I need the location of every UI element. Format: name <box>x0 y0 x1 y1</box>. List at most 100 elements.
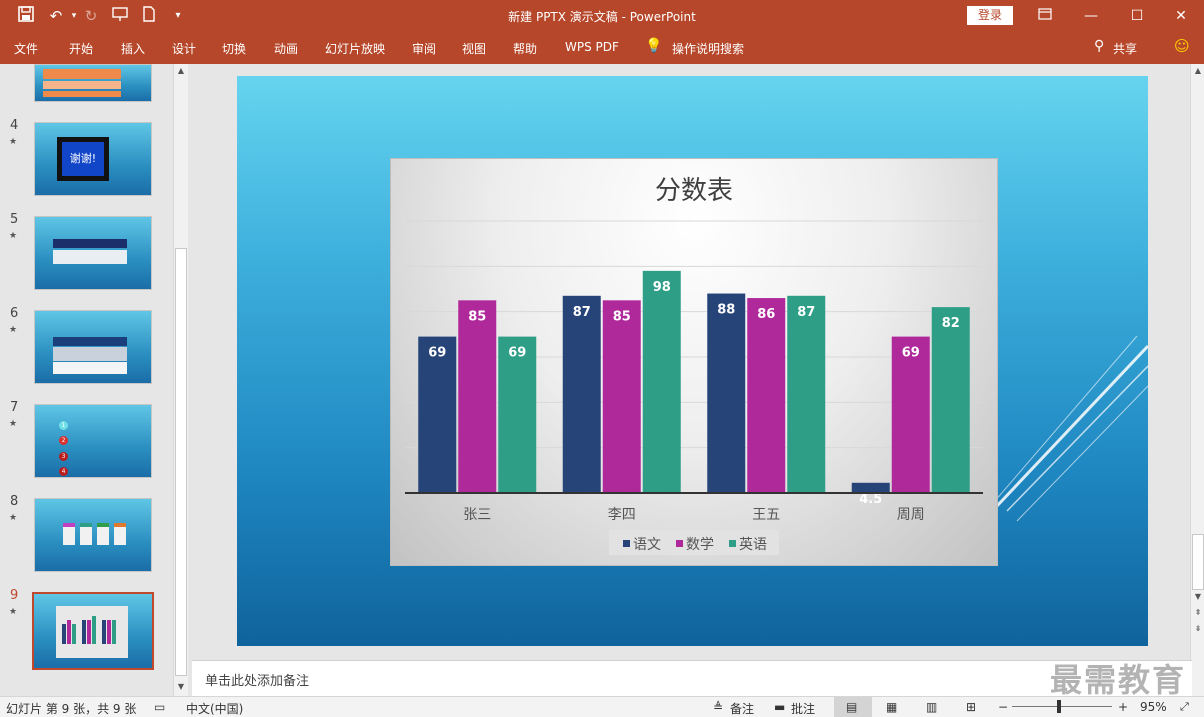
animation-star-icon: ★ <box>9 137 18 147</box>
animation-star-icon: ★ <box>9 513 18 523</box>
x-tick-label: 张三 <box>463 507 491 523</box>
slide-thumbnail-7[interactable]: 1 2 3 4 <box>34 404 152 478</box>
legend-swatch <box>623 540 630 547</box>
comments-icon[interactable]: ▬ <box>774 700 785 714</box>
data-label: 88 <box>717 303 735 318</box>
chart-bar <box>642 270 681 493</box>
data-label: 85 <box>468 309 486 324</box>
tab-wps-pdf[interactable]: WPS PDF <box>565 40 619 54</box>
thumb-list-item: 2 <box>59 436 68 445</box>
slide-thumbnail-3[interactable] <box>34 64 152 102</box>
share-button[interactable]: 共享 <box>1113 40 1137 57</box>
previous-slide-icon[interactable]: ⇞ <box>1191 608 1204 620</box>
slide-count-status: 幻灯片 第 9 张，共 9 张 <box>6 702 137 716</box>
zoom-level[interactable]: 95% <box>1140 700 1167 714</box>
thumbnail-scroll-thumb[interactable] <box>175 248 187 676</box>
customize-qat-icon[interactable]: ▾ <box>168 6 188 26</box>
undo-icon[interactable]: ↶ <box>46 6 66 26</box>
spellcheck-icon[interactable]: ▭ <box>154 700 165 714</box>
chart-bar <box>707 293 746 493</box>
scroll-down-icon[interactable]: ▼ <box>1191 592 1204 604</box>
legend-entry: 英语 <box>739 536 767 553</box>
x-tick-label: 周周 <box>897 507 925 523</box>
language-status[interactable]: 中文(中国) <box>186 700 243 717</box>
status-bar: 幻灯片 第 9 张，共 9 张 ▭ 中文(中国) ≜ 备注 ▬ 批注 ▤ ▦ ▥… <box>0 696 1204 717</box>
close-icon[interactable]: ✕ <box>1158 0 1204 32</box>
tab-view[interactable]: 视图 <box>462 40 486 57</box>
slide-sorter-icon[interactable]: ▦ <box>886 700 897 714</box>
slide-thumbnail-9-selected[interactable] <box>32 592 154 670</box>
save-icon[interactable] <box>16 6 36 26</box>
login-button[interactable]: 登录 <box>967 6 1013 25</box>
data-label: 82 <box>942 316 960 331</box>
tab-insert[interactable]: 插入 <box>121 40 145 57</box>
legend-entry: 数学 <box>686 537 714 553</box>
slide-scroll-thumb[interactable] <box>1192 534 1204 590</box>
notes-pane[interactable]: 单击此处添加备注 <box>192 660 1192 697</box>
slide-thumbnail-6[interactable] <box>34 310 152 384</box>
slideshow-icon[interactable]: ⊞ <box>966 700 976 714</box>
chart-bar <box>562 295 601 493</box>
chart-bar <box>931 307 970 493</box>
notes-placeholder: 单击此处添加备注 <box>205 674 310 689</box>
new-file-icon[interactable] <box>139 6 159 26</box>
zoom-in-icon[interactable]: + <box>1118 700 1128 714</box>
ribbon-tabs: 文件 开始 插入 设计 切换 动画 幻灯片放映 审阅 视图 帮助 WPS PDF… <box>0 32 1204 64</box>
tab-file[interactable]: 文件 <box>14 40 38 57</box>
minimize-icon[interactable]: — <box>1068 0 1114 32</box>
tab-slideshow[interactable]: 幻灯片放映 <box>325 40 385 57</box>
thumb-list-item: 1 <box>59 421 68 430</box>
tell-me-search[interactable]: 操作说明搜索 <box>672 40 744 57</box>
tab-help[interactable]: 帮助 <box>513 40 537 57</box>
share-person-icon[interactable]: ⚲ <box>1094 38 1104 54</box>
ribbon-display-options-icon[interactable] <box>1022 0 1068 32</box>
comments-toggle[interactable]: 批注 <box>791 700 815 717</box>
slide-thumbnail-8[interactable] <box>34 498 152 572</box>
slide-number-4: 4 <box>10 118 19 133</box>
scroll-up-icon[interactable]: ▲ <box>1191 66 1204 78</box>
decorative-lines <box>977 335 1148 543</box>
tab-animations[interactable]: 动画 <box>274 40 298 57</box>
chart-bar <box>747 298 786 493</box>
scroll-up-icon[interactable]: ▲ <box>174 66 188 78</box>
slide-scrollbar[interactable]: ▲ ▼ ⇞ ⇟ <box>1190 64 1204 696</box>
reading-view-icon[interactable]: ▥ <box>926 700 937 714</box>
chart-title: 分数表 <box>655 176 733 206</box>
data-label: 69 <box>902 346 920 361</box>
slide-number-8: 8 <box>10 494 19 509</box>
slide-thumbnail-pane: 4 ★ 谢谢! 5 ★ 6 ★ 7 ★ 1 2 3 4 8 ★ 9 ★ ▲ ▼ <box>0 64 192 696</box>
maximize-icon[interactable]: ☐ <box>1114 0 1160 32</box>
slide-thumbnail-5[interactable] <box>34 216 152 290</box>
animation-star-icon: ★ <box>9 607 18 617</box>
scroll-down-icon[interactable]: ▼ <box>174 682 188 694</box>
data-label: 86 <box>757 307 775 322</box>
slide-number-5: 5 <box>10 212 19 227</box>
slide-number-6: 6 <box>10 306 19 321</box>
fit-to-window-icon[interactable]: ⤢ <box>1180 700 1189 714</box>
next-slide-icon[interactable]: ⇟ <box>1191 624 1204 636</box>
present-from-start-icon[interactable] <box>110 6 130 26</box>
notes-toggle[interactable]: 备注 <box>730 700 754 717</box>
score-chart[interactable]: 分数表 69 85 69 张三 87 85 98 李四 88 86 87 王五 4.5 69 82 周周 语文 数… <box>390 158 998 566</box>
tab-home[interactable]: 开始 <box>69 40 93 57</box>
data-label: 69 <box>428 346 446 361</box>
redo-icon[interactable]: ↻ <box>81 6 101 26</box>
title-bar: ↶ ▾ ↻ ▾ 新建 PPTX 演示文稿 - PowerPoint 登录 — ☐… <box>0 0 1204 32</box>
feedback-smiley-icon[interactable]: ☺ <box>1174 37 1190 55</box>
zoom-slider-track[interactable] <box>1012 706 1112 707</box>
normal-view-icon: ▤ <box>846 700 858 714</box>
slide-thumbnail-4[interactable]: 谢谢! <box>34 122 152 196</box>
zoom-out-icon[interactable]: − <box>998 700 1008 714</box>
animation-star-icon: ★ <box>9 419 18 429</box>
thumbnail-scrollbar[interactable]: ▲ ▼ <box>173 64 188 696</box>
notes-icon[interactable]: ≜ <box>713 700 723 714</box>
tab-design[interactable]: 设计 <box>172 40 196 57</box>
data-label: 4.5 <box>859 492 882 507</box>
tab-review[interactable]: 审阅 <box>412 40 436 57</box>
slide-number-7: 7 <box>10 400 19 415</box>
tab-transitions[interactable]: 切换 <box>222 40 246 57</box>
slide-number-9: 9 <box>10 588 19 603</box>
zoom-slider-thumb[interactable] <box>1057 700 1061 713</box>
data-label: 87 <box>797 305 815 320</box>
legend-swatch <box>729 540 736 547</box>
